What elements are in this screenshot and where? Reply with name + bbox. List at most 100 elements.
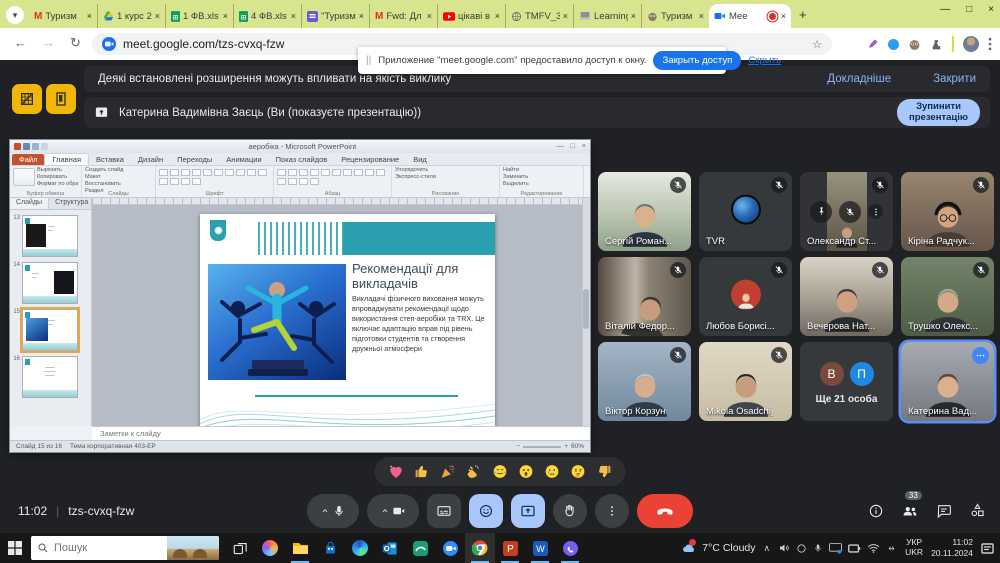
browser-tab[interactable]: Туризм× (641, 4, 709, 28)
zoom-in-button[interactable]: + (564, 443, 568, 450)
language-indicator[interactable]: УКРUKR (905, 538, 923, 558)
learn-more-link[interactable]: Докладніше (827, 73, 891, 85)
browser-tab[interactable]: 1 курс 2× (97, 4, 165, 28)
pin-participant-button[interactable] (810, 201, 832, 223)
save-icon[interactable] (23, 143, 30, 150)
edge-taskbar-icon[interactable] (345, 533, 375, 563)
redo-icon[interactable] (41, 143, 48, 150)
notification-center-icon[interactable] (981, 543, 994, 554)
explorer-taskbar-icon[interactable] (285, 533, 315, 563)
zoom-slider[interactable] (523, 446, 561, 448)
search-highlight-image[interactable] (167, 536, 219, 560)
microphone-button[interactable] (307, 494, 359, 528)
tab-close-icon[interactable]: × (631, 11, 636, 21)
extension-overlay-door-icon[interactable] (46, 84, 76, 114)
paste-button[interactable] (13, 168, 35, 186)
captions-button[interactable] (427, 494, 461, 528)
ribbon-command[interactable]: Создать слайд (85, 167, 152, 174)
ppt-minimize-button[interactable]: — (557, 143, 564, 150)
reactions-button[interactable] (469, 494, 503, 528)
slide-thumbnail[interactable]: 16▔▔▔▔▔▔▔▔▔▔▔▔▔ (12, 356, 87, 398)
volume-icon[interactable] (778, 542, 790, 554)
tab-close-icon[interactable]: × (359, 11, 364, 21)
ribbon-command[interactable]: Копировать (37, 174, 78, 181)
participant-tile[interactable]: Віталій Федор... (598, 257, 691, 336)
ribbon-command[interactable]: Формат по образцу (37, 181, 78, 188)
face-with-tears-of-joy-reaction-button[interactable] (492, 463, 509, 480)
browser-menu-icon[interactable] (988, 37, 992, 51)
ribbon-tab[interactable]: Вставка (89, 154, 131, 165)
ribbon-tab[interactable]: Вид (406, 154, 434, 165)
ribbon-command[interactable]: Упорядочить (395, 167, 496, 174)
party-popper-reaction-button[interactable] (440, 463, 457, 480)
participant-options-button[interactable] (868, 204, 883, 219)
raise-hand-button[interactable] (553, 494, 587, 528)
crying-face-reaction-button[interactable] (544, 463, 561, 480)
tab-close-icon[interactable]: × (291, 11, 296, 21)
thinking-face-reaction-button[interactable] (570, 463, 587, 480)
new-tab-button[interactable]: + (799, 7, 807, 22)
thumbs-down-reaction-button[interactable] (596, 463, 613, 480)
extensions-puzzle-icon[interactable] (930, 38, 943, 51)
battery-icon[interactable] (848, 544, 861, 553)
clock-widget[interactable]: 11:0220.11.2024 (931, 537, 973, 558)
participant-tile[interactable]: Кіріна Радчук... (901, 172, 994, 251)
mute-participant-button[interactable] (839, 201, 861, 223)
cast-screen-icon[interactable] (829, 543, 842, 554)
blue-extension-icon[interactable] (888, 39, 899, 50)
tab-close-icon[interactable]: × (699, 11, 704, 21)
weather-widget[interactable]: 7°C Cloudy (681, 542, 755, 554)
participant-tile[interactable]: Вечерова Нат... (800, 257, 893, 336)
ribbon-tab[interactable]: Показ слайдов (269, 154, 335, 165)
tray-expand-chevron[interactable]: ∧ (764, 543, 771, 554)
participant-tile[interactable]: Любов Борисі... (699, 257, 792, 336)
stop-presenting-button[interactable]: Зупинитипрезентацію (897, 99, 980, 127)
tab-close-icon[interactable]: × (223, 11, 228, 21)
camera-button[interactable] (367, 494, 419, 528)
window-close-button[interactable]: × (988, 4, 994, 15)
notes-pane[interactable]: Заметки к слайду (92, 426, 590, 440)
tile-options-button[interactable] (972, 347, 989, 364)
tray-mic-icon[interactable] (813, 542, 823, 554)
drag-handle[interactable]: || (366, 55, 371, 66)
ribbon-command[interactable]: Заменить (503, 174, 580, 181)
slide-thumbnail[interactable]: 13▔▔▔▔▔ (12, 215, 87, 257)
activities-button[interactable] (969, 502, 986, 519)
browser-tab[interactable]: 4 ФВ.xls× (233, 4, 301, 28)
participant-tile[interactable]: Віктор Корзун (598, 342, 691, 421)
slide-scrollbar[interactable] (582, 198, 590, 426)
end-call-button[interactable] (637, 494, 693, 528)
zoomapp-taskbar-icon[interactable] (435, 533, 465, 563)
ribbon-tab[interactable]: Дизайн (131, 154, 170, 165)
participant-tile[interactable]: Олександр Ст... (800, 172, 893, 251)
slide-thumbnail[interactable]: 15▔▔▔▔▔ (12, 309, 87, 351)
zoom-out-button[interactable]: − (516, 443, 520, 450)
greenapp-taskbar-icon[interactable] (405, 533, 435, 563)
search-input[interactable] (54, 542, 154, 554)
hide-link[interactable]: Скрыть (748, 55, 781, 66)
tab-close-icon[interactable]: × (155, 11, 160, 21)
forward-button[interactable]: → (42, 35, 55, 50)
extension-overlay-grid-icon[interactable] (12, 84, 42, 114)
ribbon-controls[interactable] (159, 167, 270, 185)
tab-close-icon[interactable]: × (563, 11, 568, 21)
ribbon-command[interactable]: Восстановить (85, 181, 152, 188)
file-tab[interactable]: Файл (12, 154, 44, 165)
close-access-button[interactable]: Закрыть доступ (653, 51, 741, 70)
participant-tile[interactable]: ВПЩе 21 особа (800, 342, 893, 421)
copilot-taskbar-icon[interactable] (255, 533, 285, 563)
taskview-taskbar-icon[interactable] (225, 533, 255, 563)
tab-close-icon[interactable]: × (495, 11, 500, 21)
participant-tile[interactable]: Mikola Osadchij (699, 342, 792, 421)
present-screen-button[interactable] (511, 494, 545, 528)
browser-tab[interactable]: Learning× (573, 4, 641, 28)
ribbon-command[interactable]: Макет (85, 174, 152, 181)
tab-close-icon[interactable]: × (427, 11, 432, 21)
participant-tile[interactable]: TVR (699, 172, 792, 251)
ribbon-tab[interactable]: Переходы (170, 154, 219, 165)
slide-thumbnail[interactable]: 14▔▔▔▔▔ (12, 262, 87, 304)
taskbar-search[interactable] (31, 536, 219, 560)
tab-close-icon[interactable]: × (781, 11, 786, 21)
powerpoint-taskbar-icon[interactable]: P (495, 533, 525, 563)
slides-panel-tab[interactable]: Слайды (10, 198, 49, 209)
